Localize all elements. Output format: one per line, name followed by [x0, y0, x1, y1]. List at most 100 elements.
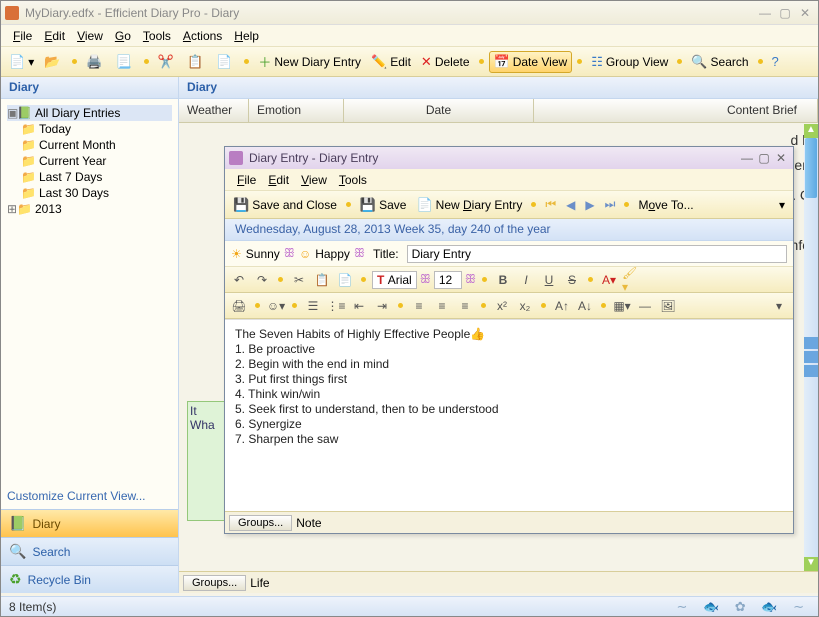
subscript-button[interactable]: x₂: [515, 296, 535, 316]
tree-item-today[interactable]: 📁Today: [7, 121, 172, 137]
paste-button[interactable]: 📄: [335, 270, 355, 290]
bullets-button[interactable]: ☰: [303, 296, 323, 316]
help-button[interactable]: ?: [768, 52, 786, 71]
font-color-button[interactable]: A▾: [599, 270, 619, 290]
customize-view-link[interactable]: Customize Current View...: [1, 483, 178, 509]
dlg-menu-file[interactable]: File: [231, 171, 262, 189]
move-to-button[interactable]: Move To...: [634, 196, 697, 214]
superscript-button[interactable]: x²: [492, 296, 512, 316]
tree-item-last30[interactable]: 📁Last 30 Days: [7, 185, 172, 201]
next-button[interactable]: ▶: [581, 196, 598, 214]
tree-item-current-month[interactable]: 📁Current Month: [7, 137, 172, 153]
new-diary-button[interactable]: ＋New Diary Entry: [254, 50, 365, 73]
numbers-button[interactable]: ⋮≡: [326, 296, 346, 316]
butterfly-icon[interactable]: ꕥ: [354, 246, 365, 261]
cut-button[interactable]: ✂: [289, 270, 309, 290]
font-size-select[interactable]: 12: [434, 271, 462, 289]
fmt-overflow[interactable]: ▾: [769, 296, 789, 316]
butterfly-icon[interactable]: ꕥ: [284, 246, 295, 261]
main-menubar: File Edit View Go Tools Actions Help: [1, 25, 818, 47]
strike-button[interactable]: S: [562, 270, 582, 290]
indent-button[interactable]: ⇥: [372, 296, 392, 316]
dlg-groups-button[interactable]: Groups...: [229, 515, 292, 531]
cut-button[interactable]: ✂️: [154, 52, 181, 72]
dialog-close[interactable]: ✕: [773, 151, 789, 165]
open-button[interactable]: 📂: [40, 52, 67, 72]
delete-diary-button[interactable]: ✕Delete: [417, 52, 474, 72]
shrink-font-button[interactable]: A↓: [575, 296, 595, 316]
grow-font-button[interactable]: A↑: [552, 296, 572, 316]
minimize-button[interactable]: —: [756, 6, 774, 20]
align-center-button[interactable]: ≡: [432, 296, 452, 316]
sun-icon: ☀: [231, 247, 242, 261]
date-view-button[interactable]: 📅Date View: [489, 51, 573, 73]
editor-area[interactable]: The Seven Habits of Highly Effective Peo…: [225, 319, 793, 511]
copy-button[interactable]: 📋: [183, 52, 210, 72]
edit-diary-button[interactable]: ✏️Edit: [367, 52, 415, 72]
col-date[interactable]: Date: [344, 99, 534, 122]
dlg-menu-tools[interactable]: Tools: [333, 171, 373, 189]
paste-button[interactable]: 📄: [212, 52, 239, 72]
bold-button[interactable]: B: [493, 270, 513, 290]
col-emotion[interactable]: Emotion: [249, 99, 344, 122]
italic-button[interactable]: I: [516, 270, 536, 290]
hr-button[interactable]: —: [635, 296, 655, 316]
outdent-button[interactable]: ⇤: [349, 296, 369, 316]
toolbar-overflow[interactable]: ▾: [775, 196, 789, 214]
nav-diary[interactable]: 📗Diary: [1, 509, 178, 537]
dlg-menu-edit[interactable]: Edit: [262, 171, 295, 189]
highlight-button[interactable]: 🖌▾: [622, 270, 642, 290]
copy-button[interactable]: 📋: [312, 270, 332, 290]
menu-view[interactable]: View: [71, 27, 109, 45]
dialog-titlebar[interactable]: Diary Entry - Diary Entry — ▢ ✕: [225, 147, 793, 169]
maximize-button[interactable]: ▢: [776, 6, 794, 20]
menu-file[interactable]: File: [7, 27, 38, 45]
menu-help[interactable]: Help: [228, 27, 265, 45]
align-left-button[interactable]: ≡: [409, 296, 429, 316]
close-button[interactable]: ✕: [796, 6, 814, 20]
undo-button[interactable]: ↶: [229, 270, 249, 290]
last-button[interactable]: ⏭: [601, 195, 620, 214]
dialog-minimize[interactable]: —: [739, 151, 755, 165]
first-button[interactable]: ⏮: [541, 195, 560, 214]
new-file-button[interactable]: 📄▾: [5, 52, 38, 72]
redo-button[interactable]: ↷: [252, 270, 272, 290]
underline-button[interactable]: U: [539, 270, 559, 290]
search-button[interactable]: 🔍Search: [687, 52, 752, 72]
col-weather[interactable]: Weather: [179, 99, 249, 122]
dialog-maximize[interactable]: ▢: [756, 151, 772, 165]
save-close-button[interactable]: 💾Save and Close: [229, 195, 341, 215]
dlg-new-diary-button[interactable]: 📄New Diary Entry: [412, 195, 526, 215]
group-view-button[interactable]: ☷Group View: [587, 52, 672, 72]
save-button[interactable]: 💾Save: [356, 195, 411, 215]
nav-recycle[interactable]: ♻Recycle Bin: [1, 565, 178, 593]
dlg-menu-view[interactable]: View: [295, 171, 333, 189]
font-name-select[interactable]: T Arial: [372, 271, 417, 289]
preview-button[interactable]: 📃: [112, 52, 139, 72]
title-input[interactable]: [407, 245, 787, 263]
print-button[interactable]: 🖨: [229, 296, 249, 316]
tree-item-last7[interactable]: 📁Last 7 Days: [7, 169, 172, 185]
scroll-thumb[interactable]: [805, 138, 817, 198]
tree-item-current-year[interactable]: 📁Current Year: [7, 153, 172, 169]
nav-search[interactable]: 🔍Search: [1, 537, 178, 565]
butterfly-icon[interactable]: ꕥ: [465, 272, 476, 287]
status-items: 8 Item(s): [9, 600, 56, 614]
scroll-up-arrow[interactable]: ▲: [804, 124, 818, 138]
menu-tools[interactable]: Tools: [137, 27, 177, 45]
tree-root[interactable]: ▣📗All Diary Entries: [7, 105, 172, 121]
emoji-button[interactable]: ☺▾: [266, 296, 286, 316]
image-button[interactable]: 🖼: [658, 296, 678, 316]
menu-actions[interactable]: Actions: [177, 27, 228, 45]
menu-go[interactable]: Go: [109, 27, 137, 45]
butterfly-icon[interactable]: ꕥ: [420, 272, 431, 287]
table-button[interactable]: ▦▾: [612, 296, 632, 316]
scroll-down-arrow[interactable]: ▼: [804, 557, 818, 571]
groups-button[interactable]: Groups...: [183, 575, 246, 591]
col-content[interactable]: Content Brief: [534, 99, 818, 122]
print-button[interactable]: 🖨️: [82, 52, 109, 72]
menu-edit[interactable]: Edit: [38, 27, 71, 45]
align-right-button[interactable]: ≡: [455, 296, 475, 316]
prev-button[interactable]: ◀: [562, 196, 579, 214]
tree-item-2013[interactable]: ⊞📁2013: [7, 201, 172, 217]
